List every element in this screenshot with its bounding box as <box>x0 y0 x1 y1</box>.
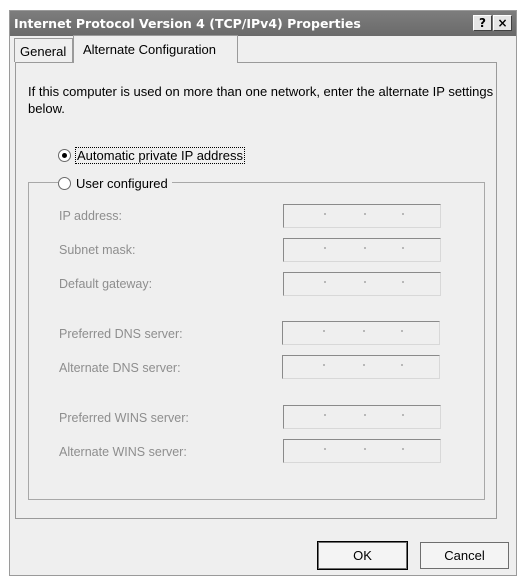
ok-button[interactable]: OK <box>317 541 408 570</box>
preferred-dns-label: Preferred DNS server: <box>59 327 183 341</box>
title-bar[interactable]: Internet Protocol Version 4 (TCP/IPv4) P… <box>10 11 516 36</box>
alternate-wins-field <box>283 439 441 463</box>
intro-text: If this computer is used on more than on… <box>28 84 494 116</box>
preferred-wins-label: Preferred WINS server: <box>59 411 189 425</box>
automatic-ip-label: Automatic private IP address <box>75 147 245 164</box>
window-title: Internet Protocol Version 4 (TCP/IPv4) P… <box>14 16 361 31</box>
cancel-button[interactable]: Cancel <box>420 542 509 569</box>
alternate-dns-label: Alternate DNS server: <box>59 361 181 375</box>
alternate-dns-field <box>282 355 440 379</box>
ip-address-label: IP address: <box>59 209 123 223</box>
help-button[interactable]: ? <box>473 15 492 31</box>
default-gateway-field <box>283 272 441 296</box>
automatic-ip-option[interactable]: Automatic private IP address <box>58 147 245 164</box>
preferred-dns-field <box>282 321 440 345</box>
preferred-wins-field <box>283 405 441 429</box>
tab-alternate-configuration[interactable]: Alternate Configuration <box>73 35 238 63</box>
user-configured-option[interactable]: User configured <box>58 176 172 192</box>
user-configured-radio[interactable] <box>58 177 71 191</box>
automatic-ip-radio[interactable] <box>58 149 71 163</box>
tab-general[interactable]: General <box>14 38 73 62</box>
ip-address-field <box>283 204 441 228</box>
subnet-mask-field <box>283 238 441 262</box>
subnet-mask-label: Subnet mask: <box>59 243 136 257</box>
close-button[interactable]: × <box>493 15 512 31</box>
default-gateway-label: Default gateway: <box>59 277 153 291</box>
user-configured-label: User configured <box>76 176 168 191</box>
alternate-wins-label: Alternate WINS server: <box>59 445 187 459</box>
